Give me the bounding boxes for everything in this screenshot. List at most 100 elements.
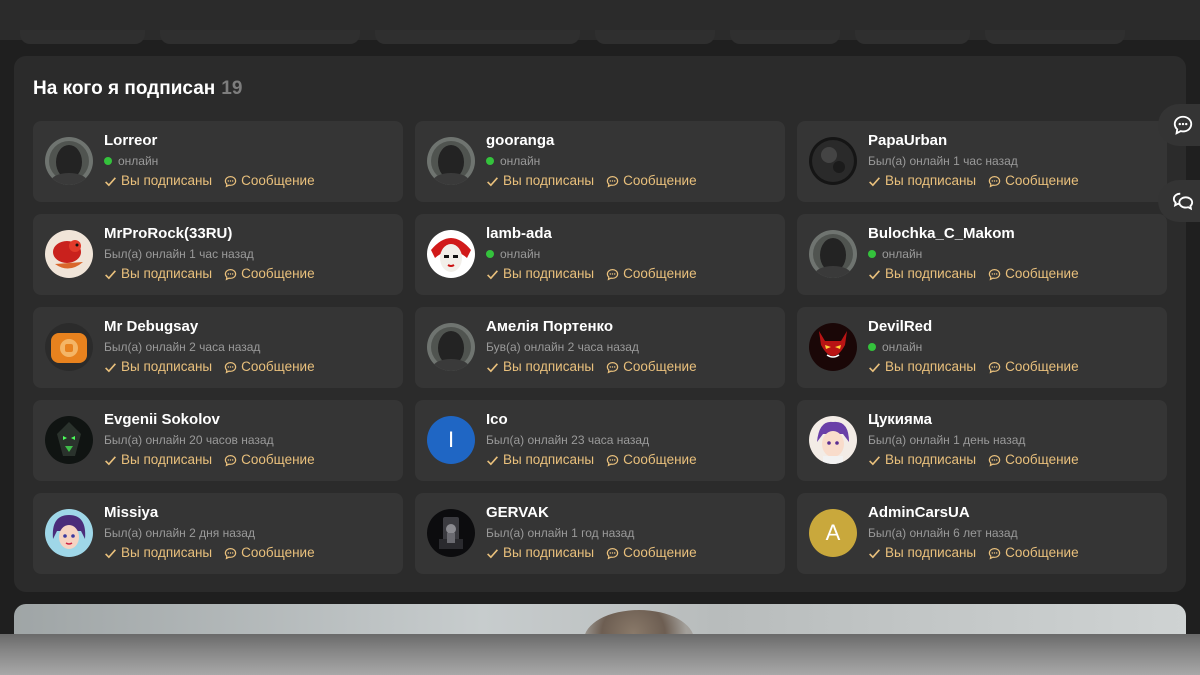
subscribed-label: Вы подписаны: [121, 173, 213, 188]
message-button[interactable]: Сообщение: [988, 266, 1079, 282]
message-button[interactable]: Сообщение: [988, 359, 1079, 375]
message-button[interactable]: Сообщение: [606, 173, 697, 189]
message-button[interactable]: Сообщение: [224, 452, 315, 468]
user-card[interactable]: Цукияма Был(а) онлайн 1 день назад Вы подп…: [797, 400, 1167, 481]
message-button[interactable]: Сообщение: [606, 359, 697, 375]
subscribed-button[interactable]: Вы подписаны: [104, 173, 212, 189]
default-avatar[interactable]: [809, 230, 857, 278]
username-link[interactable]: DevilRed: [868, 318, 1079, 336]
user-card[interactable]: Амелія Портенко Був(а) онлайн 2 часа наза…: [415, 307, 785, 388]
default-avatar[interactable]: [427, 323, 475, 371]
user-card[interactable]: lamb-ada онлайн Вы подписаны Сообщение: [415, 214, 785, 295]
orange-icon-avatar[interactable]: [45, 323, 93, 371]
user-card[interactable]: A AdminCarsUA Был(а) онлайн 6 лет назад Вы …: [797, 493, 1167, 574]
subscribed-label: Вы подписаны: [885, 266, 977, 281]
throne-avatar[interactable]: [427, 509, 475, 557]
dark-sphere-avatar[interactable]: [809, 137, 857, 185]
nav-tab[interactable]: [855, 30, 970, 44]
anime-girl-avatar[interactable]: [45, 509, 93, 557]
avatar-image: [427, 509, 475, 557]
subscribed-button[interactable]: Вы подписаны: [868, 452, 976, 468]
username-link[interactable]: Missiya: [104, 504, 315, 522]
message-button[interactable]: Сообщение: [988, 173, 1079, 189]
subscribed-button[interactable]: Вы подписаны: [486, 359, 594, 375]
username-link[interactable]: gooranga: [486, 132, 697, 150]
username-link[interactable]: Evgenii Sokolov: [104, 411, 315, 429]
message-button[interactable]: Сообщение: [224, 545, 315, 561]
subscribed-label: Вы подписаны: [885, 452, 977, 467]
user-card[interactable]: PapaUrban Был(а) онлайн 1 час назад Вы под…: [797, 121, 1167, 202]
user-info: Цукияма Был(а) онлайн 1 день назад Вы подп…: [868, 411, 1079, 468]
message-button[interactable]: Сообщение: [988, 545, 1079, 561]
message-button[interactable]: Сообщение: [606, 545, 697, 561]
username-link[interactable]: Ico: [486, 411, 697, 429]
red-bird-avatar[interactable]: [45, 230, 93, 278]
default-avatar[interactable]: [427, 137, 475, 185]
user-info: Evgenii Sokolov Был(а) онлайн 20 часов на…: [104, 411, 315, 468]
user-card[interactable]: Missiya Был(а) онлайн 2 дня назад Вы подпи…: [33, 493, 403, 574]
user-card[interactable]: Lorreor онлайн Вы подписаны Сообщение: [33, 121, 403, 202]
nav-tab[interactable]: [595, 30, 715, 44]
face-red-hair-avatar[interactable]: [427, 230, 475, 278]
nav-tab[interactable]: [985, 30, 1125, 44]
user-card[interactable]: Bulochka_C_Makom онлайн Вы подписаны Сообще…: [797, 214, 1167, 295]
message-button[interactable]: Сообщение: [606, 452, 697, 468]
user-status: Был(а) онлайн 20 часов назад: [104, 433, 315, 447]
avatar-image: [45, 230, 93, 278]
following-count: 19: [221, 78, 243, 99]
nav-tab[interactable]: [160, 30, 360, 44]
message-icon: [988, 175, 1001, 187]
nav-tab[interactable]: [730, 30, 840, 44]
message-button[interactable]: Сообщение: [224, 173, 315, 189]
subscribed-button[interactable]: Вы подписаны: [868, 173, 976, 189]
user-card[interactable]: Mr Debugsay Был(а) онлайн 2 часа назад Вы …: [33, 307, 403, 388]
username-link[interactable]: GERVAK: [486, 504, 697, 522]
subscribed-button[interactable]: Вы подписаны: [104, 452, 212, 468]
username-link[interactable]: MrProRock(33RU): [104, 225, 315, 243]
nav-tab[interactable]: [375, 30, 580, 44]
user-card[interactable]: gooranga онлайн Вы подписаны Сообщение: [415, 121, 785, 202]
user-status-text: Был(а) онлайн 20 часов назад: [104, 433, 274, 447]
letter-avatar[interactable]: I: [427, 416, 475, 464]
check-icon: [487, 269, 498, 279]
message-button[interactable]: Сообщение: [988, 452, 1079, 468]
user-card[interactable]: I Ico Был(а) онлайн 23 часа назад Вы подпис…: [415, 400, 785, 481]
username-link[interactable]: Цукияма: [868, 411, 1079, 429]
message-label: Сообщение: [1005, 266, 1079, 281]
red-devil-avatar[interactable]: [809, 323, 857, 371]
username-link[interactable]: Bulochka_C_Makom: [868, 225, 1079, 243]
subscribed-button[interactable]: Вы подписаны: [868, 266, 976, 282]
message-button[interactable]: Сообщение: [606, 266, 697, 282]
message-button[interactable]: Сообщение: [224, 359, 315, 375]
subscribed-button[interactable]: Вы подписаны: [486, 173, 594, 189]
message-label: Сообщение: [623, 359, 697, 374]
username-link[interactable]: Mr Debugsay: [104, 318, 315, 336]
username-link[interactable]: Lorreor: [104, 132, 315, 150]
username-link[interactable]: lamb-ada: [486, 225, 697, 243]
subscribed-button[interactable]: Вы подписаны: [104, 545, 212, 561]
anime-purple-hair-avatar[interactable]: [809, 416, 857, 464]
subscribed-button[interactable]: Вы подписаны: [104, 266, 212, 282]
subscribed-button[interactable]: Вы подписаны: [868, 545, 976, 561]
green-robot-avatar[interactable]: [45, 416, 93, 464]
user-card[interactable]: MrProRock(33RU) Был(а) онлайн 1 час назад…: [33, 214, 403, 295]
letter-avatar[interactable]: A: [809, 509, 857, 557]
username-link[interactable]: AdminCarsUA: [868, 504, 1079, 522]
nav-tab[interactable]: [20, 30, 145, 44]
subscribed-button[interactable]: Вы подписаны: [486, 545, 594, 561]
chat-bubble-button[interactable]: [1158, 104, 1200, 146]
user-card[interactable]: DevilRed онлайн Вы подписаны Сообщение: [797, 307, 1167, 388]
subscribed-button[interactable]: Вы подписаны: [104, 359, 212, 375]
username-link[interactable]: Амелія Портенко: [486, 318, 697, 336]
user-actions: Вы подписаны Сообщение: [104, 173, 315, 189]
check-icon: [869, 362, 880, 372]
default-avatar[interactable]: [45, 137, 93, 185]
username-link[interactable]: PapaUrban: [868, 132, 1079, 150]
subscribed-button[interactable]: Вы подписаны: [868, 359, 976, 375]
subscribed-button[interactable]: Вы подписаны: [486, 266, 594, 282]
message-button[interactable]: Сообщение: [224, 266, 315, 282]
user-card[interactable]: GERVAK Был(а) онлайн 1 год назад Вы подпис…: [415, 493, 785, 574]
subscribed-button[interactable]: Вы подписаны: [486, 452, 594, 468]
conversations-button[interactable]: [1158, 180, 1200, 222]
user-card[interactable]: Evgenii Sokolov Был(а) онлайн 20 часов на…: [33, 400, 403, 481]
